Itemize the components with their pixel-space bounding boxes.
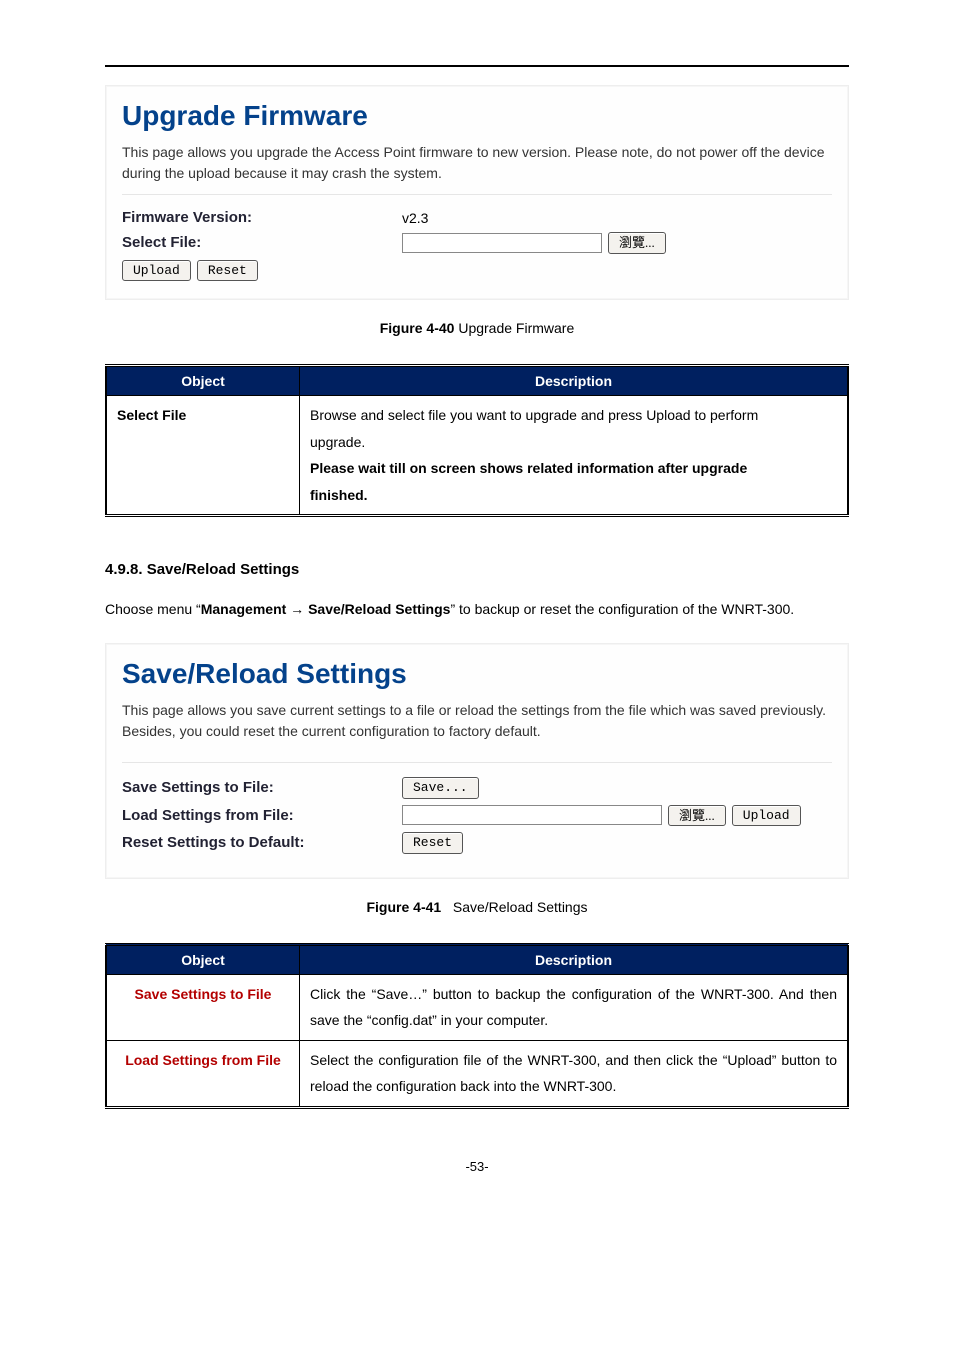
table-cell-description: Select the configuration file of the WNR… (300, 1040, 849, 1107)
firmware-version-label: Firmware Version: (122, 209, 402, 226)
reset-default-button[interactable]: Reset (402, 832, 463, 854)
panel-description: This page allows you save current settin… (122, 700, 832, 752)
page-number: -53- (105, 1159, 849, 1174)
section-paragraph: Choose menu “Management → Save/Reload Se… (105, 596, 849, 623)
table-cell-description: Click the “Save…” button to backup the c… (300, 974, 849, 1040)
load-from-file-label: Load Settings from File: (122, 807, 402, 824)
table-cell-object: Select File (106, 396, 300, 516)
save-button[interactable]: Save... (402, 777, 479, 799)
table-header-object: Object (106, 944, 300, 974)
table-header-description: Description (300, 944, 849, 974)
table-header-object: Object (106, 366, 300, 396)
load-file-input[interactable] (402, 805, 662, 825)
select-file-label: Select File: (122, 234, 402, 251)
save-reload-panel: Save/Reload Settings This page allows yo… (105, 643, 849, 879)
upload-button[interactable]: Upload (732, 805, 801, 827)
firmware-version-value: v2.3 (402, 210, 428, 226)
panel-description: This page allows you upgrade the Access … (122, 142, 832, 195)
browse-button[interactable]: 瀏覽... (668, 805, 726, 827)
panel-title: Save/Reload Settings (122, 658, 832, 690)
panel-title: Upgrade Firmware (122, 100, 832, 132)
upload-button[interactable]: Upload (122, 260, 191, 282)
table-cell-object: Load Settings from File (106, 1040, 300, 1107)
figure-caption-2: Figure 4-41 Save/Reload Settings (105, 899, 849, 915)
table-upgrade-firmware: Object Description Select File Browse an… (105, 364, 849, 517)
figure-caption-1: Figure 4-40 Upgrade Firmware (105, 320, 849, 336)
table-cell-description: Browse and select file you want to upgra… (300, 396, 849, 516)
save-to-file-label: Save Settings to File: (122, 779, 402, 796)
reset-button[interactable]: Reset (197, 260, 258, 282)
reset-to-default-label: Reset Settings to Default: (122, 834, 402, 851)
browse-button[interactable]: 瀏覽... (608, 232, 666, 254)
section-heading: 4.9.8. Save/Reload Settings (105, 561, 849, 578)
table-cell-object: Save Settings to File (106, 974, 300, 1040)
table-save-reload: Object Description Save Settings to File… (105, 943, 849, 1109)
upgrade-firmware-panel: Upgrade Firmware This page allows you up… (105, 85, 849, 300)
table-header-description: Description (300, 366, 849, 396)
select-file-input[interactable] (402, 233, 602, 253)
